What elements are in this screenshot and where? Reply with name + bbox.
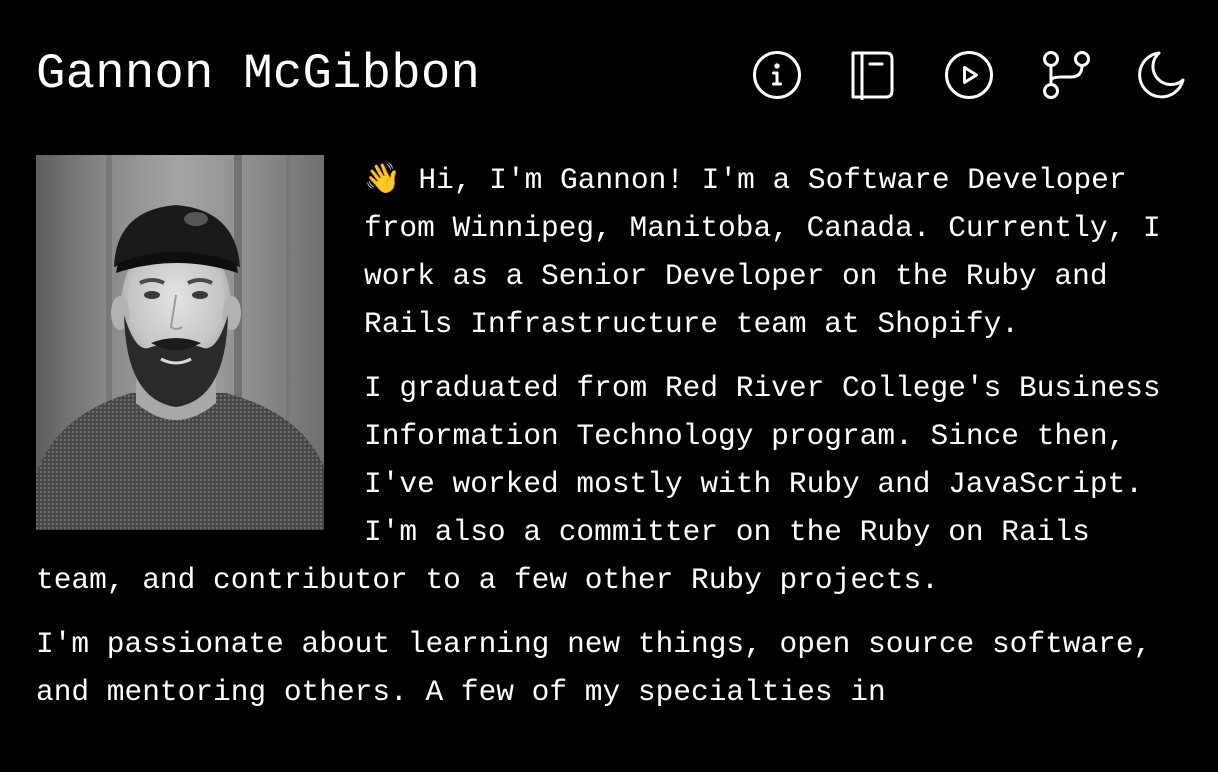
intro-paragraph-3: I'm passionate about learning new things…	[36, 627, 1152, 709]
videos-link[interactable]	[944, 50, 994, 100]
play-icon	[945, 51, 993, 99]
portrait-image	[36, 155, 324, 530]
about-content: 👋 Hi, I'm Gannon! I'm a Software Develop…	[36, 155, 1186, 732]
info-icon	[753, 51, 801, 99]
profile-photo	[36, 155, 324, 530]
notebook-icon	[851, 51, 894, 100]
about-link[interactable]	[752, 50, 802, 100]
git-branch-icon	[1043, 51, 1090, 99]
projects-link[interactable]	[1040, 50, 1090, 100]
theme-toggle[interactable]	[1136, 50, 1186, 100]
blog-link[interactable]	[848, 50, 898, 100]
moon-icon	[1138, 51, 1185, 99]
site-title[interactable]: Gannon McGibbon	[36, 44, 480, 104]
header-nav	[752, 50, 1186, 100]
